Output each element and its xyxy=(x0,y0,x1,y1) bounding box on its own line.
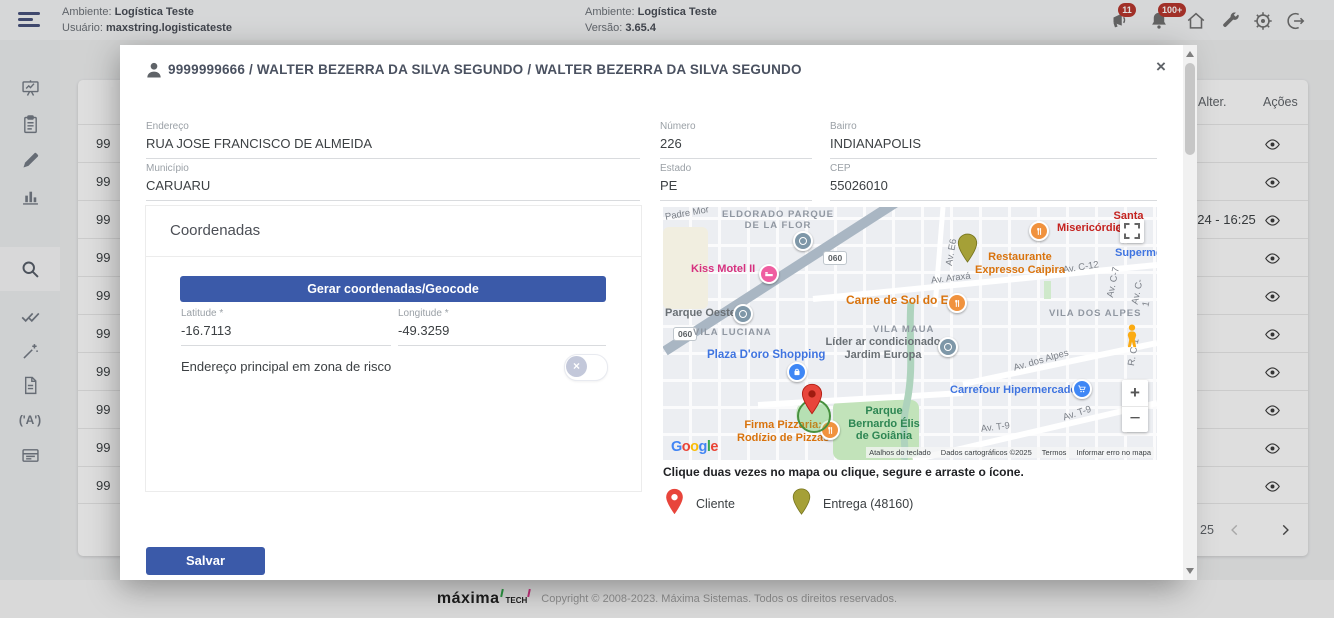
longitude-field[interactable]: Longitude * -49.3259 xyxy=(398,308,606,346)
map-poi-circle-gray[interactable] xyxy=(733,304,753,324)
map-poi-parque-bernardo[interactable]: Parque Bernardo Élis de Goiânia xyxy=(841,405,927,443)
legend-delivery-label: Entrega (48160) xyxy=(823,497,913,511)
cep-value[interactable]: 55026010 xyxy=(830,178,1157,201)
google-map[interactable]: 060 060 ELDORADO PARQUE DE LA FLOR VILA … xyxy=(663,207,1157,460)
endereco-field[interactable]: Endereço RUA JOSE FRANCISCO DE ALMEIDA xyxy=(146,121,640,159)
municipio-label: Município xyxy=(146,163,640,174)
zoom-out-button[interactable]: − xyxy=(1122,407,1148,432)
map-poi-carne-de-sol[interactable]: Carne de Sol do Edu xyxy=(846,294,963,308)
endereco-label: Endereço xyxy=(146,121,640,132)
divider xyxy=(146,256,641,257)
map-poi-circle-cart[interactable] xyxy=(1072,379,1092,399)
map-attribution: Atalhos do teclado Dados cartográficos ©… xyxy=(866,447,1154,458)
map-poi-kiss-motel[interactable]: Kiss Motel II xyxy=(691,263,755,276)
map-poi-misericordia[interactable]: Misericórdia xyxy=(1057,222,1122,235)
municipio-value[interactable]: CARUARU xyxy=(146,178,640,201)
scrollbar-up-arrow[interactable] xyxy=(1186,51,1194,57)
client-address-modal: 9999999666 / WALTER BEZERRA DA SILVA SEG… xyxy=(120,45,1183,580)
municipio-field[interactable]: Município CARUARU xyxy=(146,163,640,201)
endereco-value[interactable]: RUA JOSE FRANCISCO DE ALMEIDA xyxy=(146,136,640,159)
map-instruction: Clique duas vezes no mapa ou clique, seg… xyxy=(663,465,1024,479)
zoom-in-button[interactable]: + xyxy=(1122,380,1148,407)
attr-map-data: Dados cartográficos ©2025 xyxy=(941,448,1032,457)
map-poi-circle-gray[interactable] xyxy=(938,337,958,357)
coordinates-card: Coordenadas Gerar coordenadas/Geocode La… xyxy=(145,205,642,492)
latitude-field[interactable]: Latitude * -16.7113 xyxy=(181,308,391,346)
cep-field[interactable]: CEP 55026010 xyxy=(830,163,1157,201)
map-poi-circle-gray[interactable] xyxy=(793,231,813,251)
map-poi-carrefour[interactable]: Carrefour Hipermercado xyxy=(950,384,1077,397)
numero-value[interactable]: 226 xyxy=(660,136,812,159)
legend-client-label: Cliente xyxy=(696,497,735,511)
legend-client-pin xyxy=(665,488,684,515)
client-marker-pin[interactable] xyxy=(801,383,823,415)
delivery-marker-pin[interactable] xyxy=(957,233,978,263)
longitude-label: Longitude * xyxy=(398,308,606,319)
toggle-knob-off: × xyxy=(566,356,587,377)
close-icon[interactable]: × xyxy=(1150,56,1172,78)
estado-value[interactable]: PE xyxy=(660,178,812,201)
attr-report-error[interactable]: Informar erro no mapa xyxy=(1076,448,1151,457)
numero-field[interactable]: Número 226 xyxy=(660,121,812,159)
map-poi-circle-restaurant[interactable] xyxy=(1029,221,1049,241)
map-poi-circle-shopping[interactable] xyxy=(787,362,807,382)
latitude-value[interactable]: -16.7113 xyxy=(181,323,391,346)
bairro-label: Bairro xyxy=(830,121,1157,132)
legend-delivery-pin xyxy=(792,488,811,515)
map-area-vila-dos-alpes: VILA DOS ALPES xyxy=(1049,309,1141,320)
map-poi-circle-restaurant[interactable] xyxy=(947,293,967,313)
save-button[interactable]: Salvar xyxy=(146,547,265,575)
numero-label: Número xyxy=(660,121,812,132)
estado-label: Estado xyxy=(660,163,812,174)
scrollbar-down-arrow[interactable] xyxy=(1186,568,1194,574)
map-area-vila-maua: VILA MAUA xyxy=(873,325,934,336)
fullscreen-icon xyxy=(1120,219,1144,243)
estado-field[interactable]: Estado PE xyxy=(660,163,812,201)
scrollbar-thumb[interactable] xyxy=(1185,63,1195,155)
map-area-vila-luciana: VILA LUCIANA xyxy=(693,328,772,339)
bairro-value[interactable]: INDIANAPOLIS xyxy=(830,136,1157,159)
risk-zone-toggle[interactable]: × xyxy=(564,354,608,381)
geocode-button[interactable]: Gerar coordenadas/Geocode xyxy=(180,276,606,302)
map-poi-parque-oeste[interactable]: Parque Oeste xyxy=(665,307,736,320)
map-poi-lider[interactable]: Líder ar condicionado Jardim Europa xyxy=(823,336,943,361)
longitude-value[interactable]: -49.3259 xyxy=(398,323,606,346)
attr-terms[interactable]: Termos xyxy=(1042,448,1067,457)
latitude-label: Latitude * xyxy=(181,308,391,319)
google-logo: Google xyxy=(671,439,718,455)
map-area-eldorado: ELDORADO PARQUE DE LA FLOR xyxy=(718,210,838,232)
bairro-field[interactable]: Bairro INDIANAPOLIS xyxy=(830,121,1157,159)
app-screen: Ambiente: Logística Teste Usuário: maxst… xyxy=(0,0,1334,618)
fullscreen-button[interactable] xyxy=(1120,219,1144,243)
route-060-badge: 060 xyxy=(823,251,847,265)
map-poi-plaza-doro[interactable]: Plaza D'oro Shopping xyxy=(707,349,825,362)
coordinates-title: Coordenadas xyxy=(170,222,260,239)
map-poi-supermercado[interactable]: Supermer xyxy=(1115,247,1157,260)
map-poi-restaurante-caipira[interactable]: Restaurante Expresso Caipira xyxy=(975,251,1065,276)
map-poi-circle-motel[interactable] xyxy=(759,264,779,284)
modal-title: 9999999666 / WALTER BEZERRA DA SILVA SEG… xyxy=(168,62,802,77)
risk-zone-label: Endereço principal em zona de risco xyxy=(181,359,391,374)
person-icon xyxy=(144,60,164,80)
modal-scrollbar[interactable] xyxy=(1183,45,1197,580)
zoom-control: + − xyxy=(1122,380,1148,432)
attr-keyboard-shortcuts[interactable]: Atalhos do teclado xyxy=(869,448,931,457)
pegman-icon[interactable] xyxy=(1122,323,1142,349)
cep-label: CEP xyxy=(830,163,1157,174)
